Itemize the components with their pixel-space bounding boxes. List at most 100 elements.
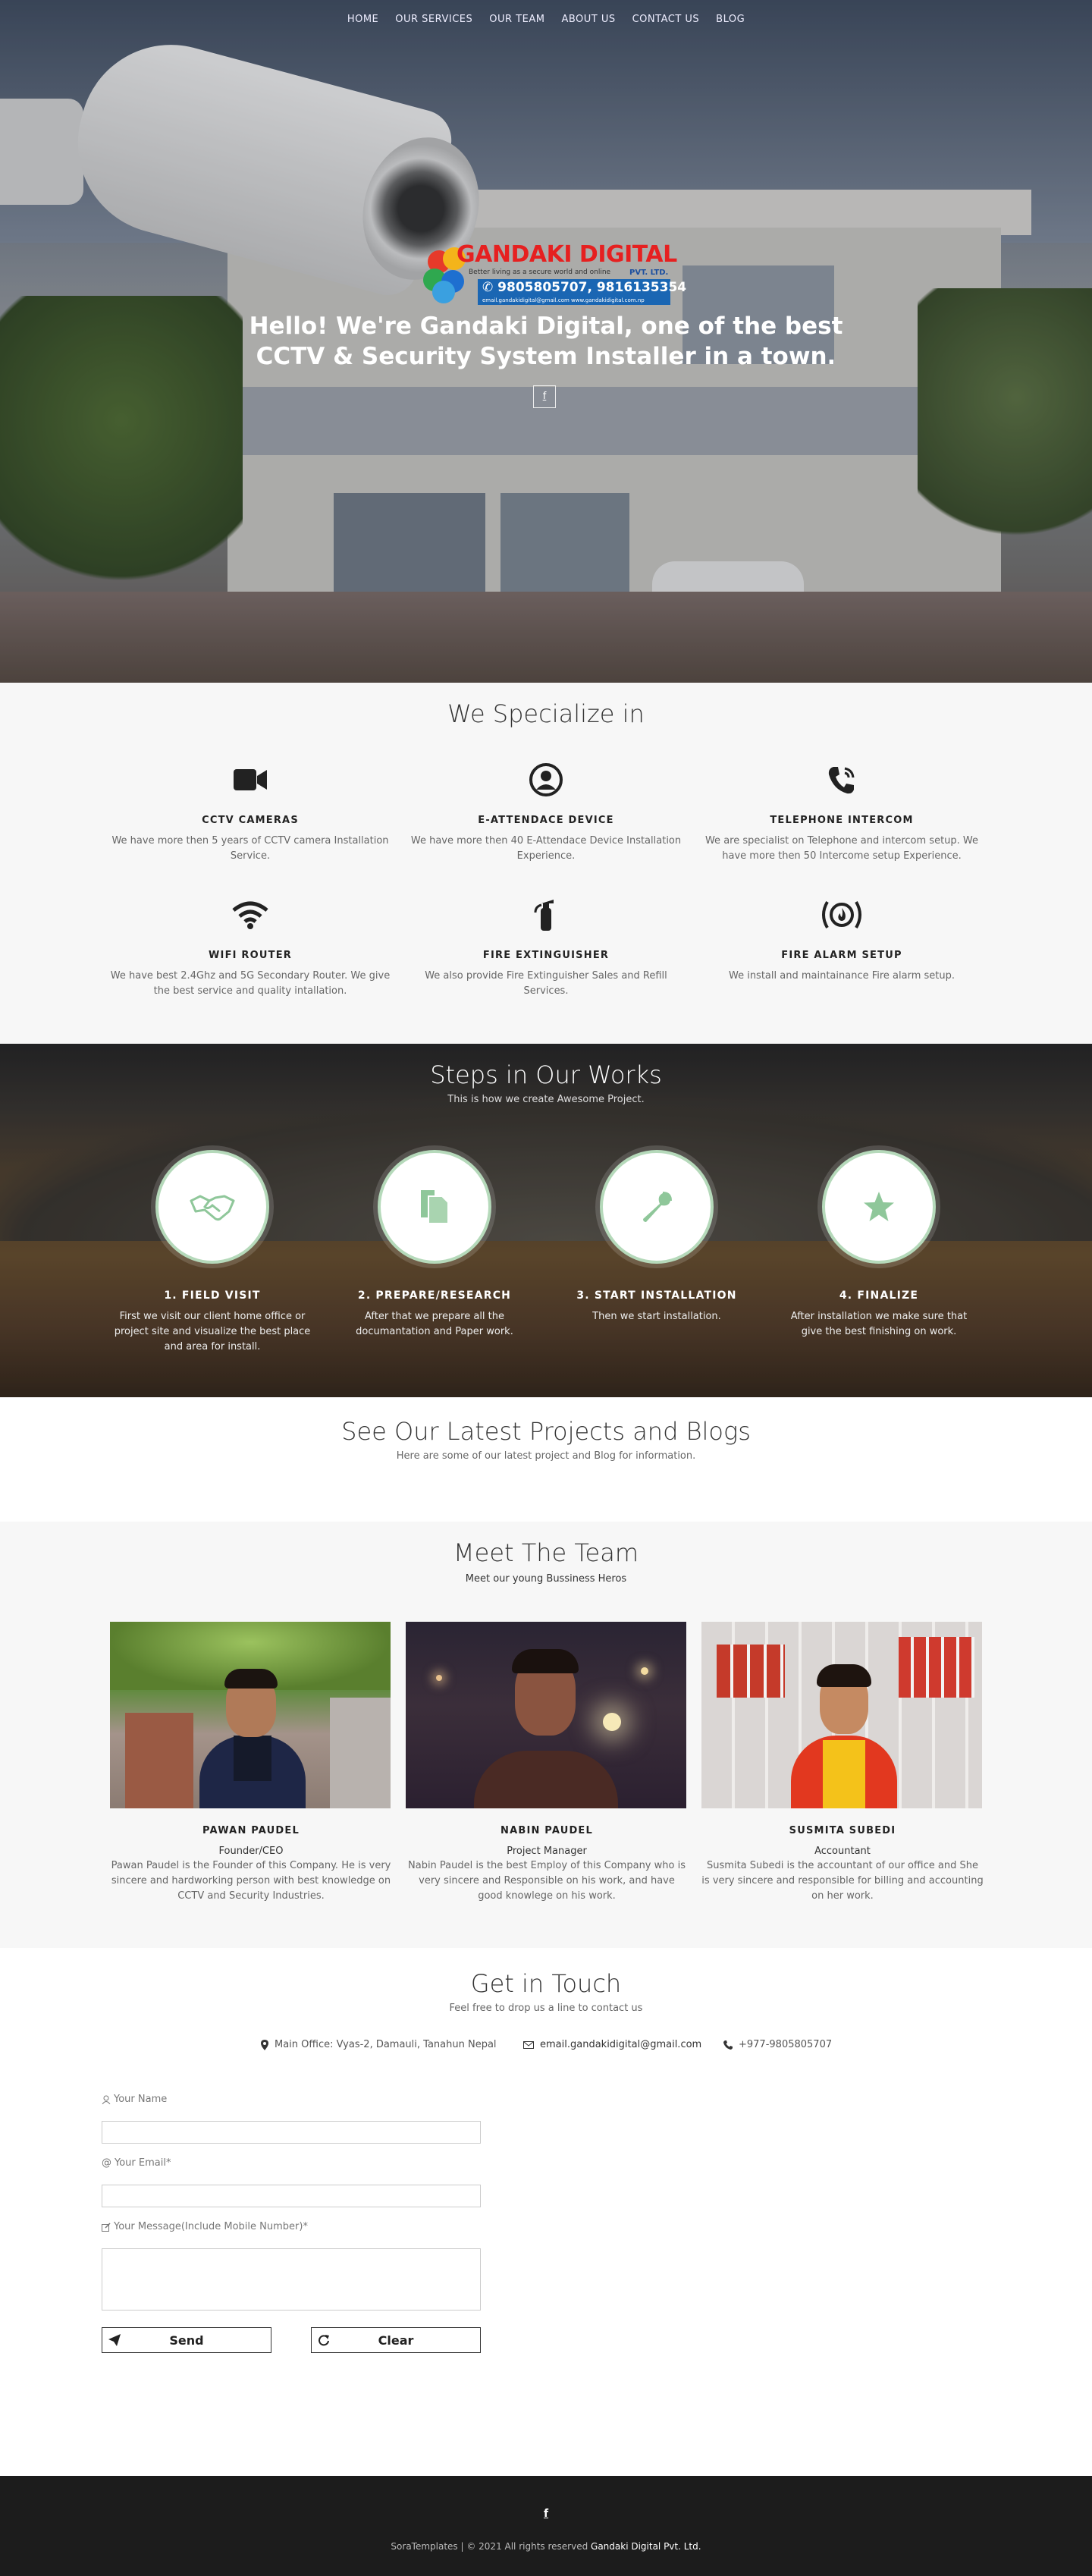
fire-extinguisher-icon [402,894,690,936]
step-item: 3. START INSTALLATION Then we start inst… [558,1150,755,1324]
name-label: Your Name [102,2094,167,2105]
section-title: See Our Latest Projects and Blogs [341,1417,751,1446]
step-desc: After installation we make sure that giv… [790,1311,968,1337]
contact-email-text[interactable]: email.gandakidigital@gmail.com [540,2039,701,2050]
phone-volume-icon [698,759,986,801]
member-name: NABIN PAUDEL [500,1825,593,1836]
section-subtitle: This is how we create Awesome Project. [447,1094,645,1105]
step-desc: First we visit our client home office or… [114,1311,311,1352]
send-button[interactable]: Send [102,2327,271,2353]
service-desc: We install and maintainance Fire alarm s… [728,970,956,982]
service-desc: We also provide Fire Extinguisher Sales … [425,970,667,997]
nav-our-services[interactable]: OUR SERVICES [395,14,472,32]
logo-title: GANDAKI DIGITAL [457,241,677,268]
nav-our-team[interactable]: OUR TEAM [489,14,544,32]
copyright-brand-link[interactable]: Gandaki Digital Pvt. Ltd. [591,2541,701,2552]
step-desc: After that we prepare all the documantat… [356,1311,513,1337]
service-name: FIRE EXTINGUISHER [482,950,610,961]
nav-home[interactable]: HOME [347,14,378,32]
send-label: Send [169,2333,204,2348]
contact-phone-text: +977-9805805707 [739,2039,833,2050]
company-logo[interactable]: GANDAKI DIGITAL Better living as a secur… [423,241,686,309]
step-item: 2. PREPARE/RESEARCH After that we prepar… [336,1150,533,1340]
step-desc: Then we start installation. [592,1311,721,1322]
logo-ltd: PVT. LTD. [629,269,669,277]
contact-section: Get in Touch Feel free to drop us a line… [0,1948,1092,2476]
team-section: Meet The Team Meet our young Bussiness H… [0,1522,1092,1948]
team-member: NABIN PAUDEL Project Manager Nabin Paude… [406,1622,688,1904]
envelope-icon [523,2040,534,2049]
message-textarea[interactable] [102,2248,481,2311]
facebook-icon[interactable]: f [533,385,556,408]
steps-section: Steps in Our Works This is how we create… [0,1044,1092,1397]
contact-email[interactable]: email.gandakidigital@gmail.com [523,2039,701,2050]
edit-icon [102,2222,111,2232]
step-item: 4. FINALIZE After installation we make s… [780,1150,977,1340]
service-name: E-ATTENDACE DEVICE [478,815,614,826]
section-subtitle: Here are some of our latest project and … [396,1450,696,1462]
paper-plane-icon [108,2334,121,2346]
contact-phone: +977-9805805707 [723,2039,832,2050]
facebook-icon[interactable]: f [538,2508,554,2520]
member-desc: Susmita Subedi is the accountant of our … [701,1860,984,1902]
team-member: PAWAN PAUDEL Founder/CEO Pawan Paudel is… [110,1622,392,1904]
nav-about-us[interactable]: ABOUT US [561,14,615,32]
name-input[interactable] [102,2121,481,2144]
member-photo [406,1622,686,1808]
member-photo [110,1622,391,1808]
handshake-icon [155,1150,269,1264]
wifi-icon [106,894,394,936]
service-desc: We have best 2.4Ghz and 5G Secondary Rou… [110,970,391,997]
message-label-text: Your Message(Include Mobile Number)* [114,2221,308,2232]
step-name: 1. FIELD VISIT [164,1290,261,1302]
footer: f SoraTemplates | © 2021 All rights rese… [0,2476,1092,2576]
logo-email: email.gandakidigital@gmail.com www.ganda… [478,296,670,305]
logo-tagline: Better living as a secure world and onli… [469,269,611,276]
documents-icon [378,1150,491,1264]
wrench-icon [600,1150,714,1264]
hero-heading-line2: CCTV & Security System Installer in a to… [256,343,836,370]
email-input[interactable] [102,2185,481,2207]
specialize-section: We Specialize in CCTV CAMERAS We have mo… [0,683,1092,1044]
nav-blog[interactable]: BLOG [716,14,745,32]
section-title: Meet The Team [453,1538,639,1567]
video-camera-icon [106,759,394,801]
service-item: FIRE EXTINGUISHER We also provide Fire E… [402,894,690,999]
step-item: 1. FIELD VISIT First we visit our client… [114,1150,311,1355]
service-name: CCTV CAMERAS [202,815,299,826]
logo-phone: ✆ 9805805707, 9816135354 [478,279,686,296]
clear-button[interactable]: Clear [311,2327,481,2353]
service-desc: We have more then 40 E-Attendace Device … [410,835,682,862]
top-navigation: HOME OUR SERVICES OUR TEAM ABOUT US CONT… [0,14,1092,32]
service-desc: We are specialist on Telephone and inter… [704,835,979,862]
section-title: Steps in Our Works [430,1060,662,1089]
service-item: CCTV CAMERAS We have more then 5 years o… [106,759,394,864]
step-name: 3. START INSTALLATION [576,1290,737,1302]
clear-label: Clear [378,2333,414,2348]
user-icon [102,2095,111,2104]
section-title: Get in Touch [470,1969,622,1998]
section-title: We Specialize in [447,699,645,728]
user-circle-icon [402,759,690,801]
section-subtitle: Feel free to drop us a line to contact u… [449,2003,643,2014]
email-label-text: Your Email* [115,2157,171,2169]
section-subtitle: Meet our young Bussiness Heros [465,1573,627,1585]
member-role: Accountant [814,1846,871,1857]
hero-section: HOME OUR SERVICES OUR TEAM ABOUT US CONT… [0,0,1092,683]
nav-contact-us[interactable]: CONTACT US [632,14,700,32]
member-name: SUSMITA SUBEDI [789,1825,896,1836]
service-name: WIFI ROUTER [209,950,292,961]
member-desc: Pawan Paudel is the Founder of this Comp… [111,1860,391,1902]
hero-heading-line1: Hello! We're Gandaki Digital, one of the… [249,313,843,340]
member-role: Project Manager [507,1846,587,1857]
message-label: Your Message(Include Mobile Number)* [102,2221,308,2232]
refresh-icon [318,2335,329,2346]
step-name: 4. FINALIZE [839,1290,919,1302]
service-name: FIRE ALARM SETUP [781,950,902,961]
copyright: SoraTemplates | © 2021 All rights reserv… [0,2541,1092,2552]
map-marker-icon [261,2039,268,2050]
service-desc: We have more then 5 years of CCTV camera… [111,835,389,862]
service-item: E-ATTENDACE DEVICE We have more then 40 … [402,759,690,864]
member-role: Founder/CEO [218,1846,284,1857]
contact-address-text: Main Office: Vyas-2, Damauli, Tanahun Ne… [275,2039,497,2050]
